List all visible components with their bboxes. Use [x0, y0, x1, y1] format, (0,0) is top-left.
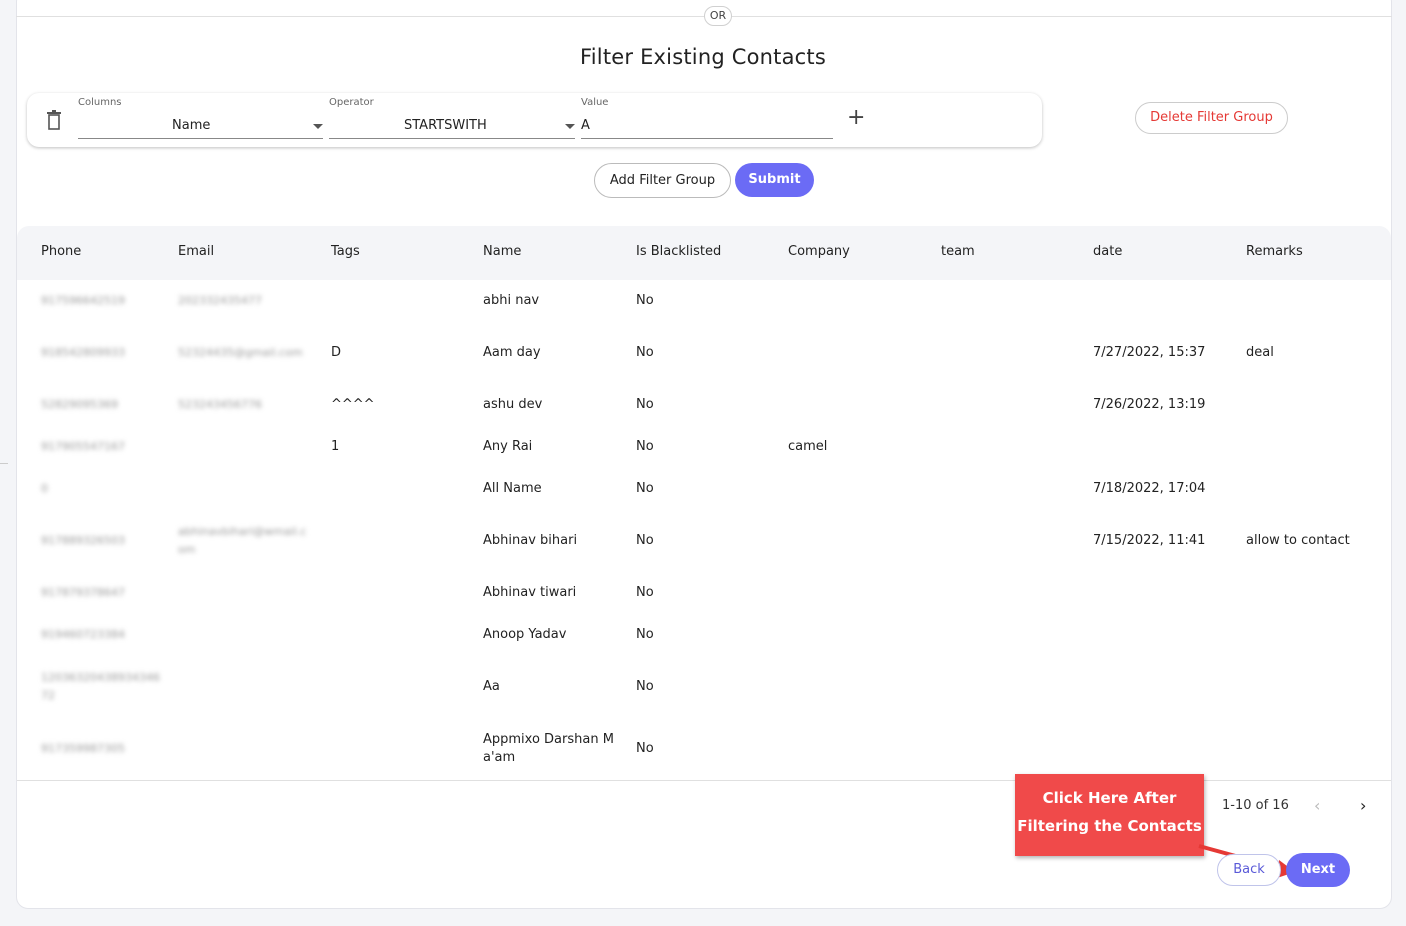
- or-badge: OR: [704, 6, 732, 26]
- cell-blacklisted: No: [636, 741, 654, 756]
- cell-phone: 917359987305: [41, 742, 125, 755]
- cell-blacklisted: No: [636, 439, 654, 454]
- cell-remarks: allow to contact: [1246, 533, 1350, 548]
- cell-name: Aa: [483, 679, 500, 694]
- value-text: A: [581, 118, 590, 133]
- page-title: Filter Existing Contacts: [580, 45, 826, 69]
- cell-phone: 918542809933: [41, 346, 125, 359]
- header-date[interactable]: date: [1093, 244, 1122, 259]
- cell-date: 7/15/2022, 11:41: [1093, 533, 1206, 548]
- cell-email: abhinavbihari@wmail.com: [178, 525, 307, 556]
- cell-name: Any Rai: [483, 439, 533, 454]
- cell-tags: ^^^^: [331, 397, 375, 412]
- cell-remarks: deal: [1246, 345, 1274, 360]
- cell-name: Abhinav bihari: [483, 533, 578, 548]
- cell-tags: D: [331, 345, 342, 360]
- cell-name: abhi nav: [483, 293, 540, 308]
- cell-name: Appmixo Darshan Ma'am: [483, 732, 614, 765]
- cell-name: All Name: [483, 481, 542, 496]
- table-row[interactable]: 917879378647 Abhinav tiwari No: [17, 572, 1391, 614]
- cell-blacklisted: No: [636, 481, 654, 496]
- page-edge-mark: [0, 463, 8, 464]
- cell-date: 7/26/2022, 13:19: [1093, 397, 1206, 412]
- cell-email: 202332435477: [178, 294, 262, 307]
- cell-email: 52324435@gmail.com: [178, 346, 303, 359]
- cell-name: Abhinav tiwari: [483, 585, 577, 600]
- header-team[interactable]: team: [941, 244, 975, 259]
- filter-group: Columns Name Operator STARTSWITH Value A…: [27, 93, 1042, 147]
- value-input[interactable]: Value A: [581, 97, 833, 139]
- cell-phone: 52829095369: [41, 398, 118, 411]
- header-name[interactable]: Name: [483, 244, 521, 259]
- table-header: Phone Email Tags Name Is Blacklisted Com…: [17, 226, 1391, 280]
- value-label: Value: [581, 97, 609, 108]
- table-row[interactable]: 1203632043893434672 Aa No: [17, 656, 1391, 718]
- add-filter-group-button[interactable]: Add Filter Group: [594, 163, 731, 198]
- columns-value: Name: [172, 118, 211, 133]
- cell-name: Aam day: [483, 345, 541, 360]
- cell-blacklisted: No: [636, 345, 654, 360]
- next-button[interactable]: Next: [1286, 853, 1350, 887]
- cell-phone: 0: [41, 482, 48, 495]
- table-row[interactable]: 0 All Name No 7/18/2022, 17:04: [17, 468, 1391, 510]
- cell-phone: 917905547167: [41, 440, 125, 453]
- cell-name: Anoop Yadav: [483, 627, 567, 642]
- chevron-right-icon[interactable]: ›: [1360, 796, 1366, 815]
- header-email[interactable]: Email: [178, 244, 214, 259]
- contacts-table: Phone Email Tags Name Is Blacklisted Com…: [17, 226, 1391, 780]
- table-row[interactable]: 917889326503 abhinavbihari@wmail.com Abhin…: [17, 510, 1391, 572]
- cell-phone: 919460723384: [41, 628, 125, 641]
- chevron-left-icon[interactable]: ‹: [1314, 796, 1320, 815]
- cell-date: 7/18/2022, 17:04: [1093, 481, 1206, 496]
- add-filter-icon[interactable]: +: [847, 106, 865, 130]
- chevron-down-icon: [313, 124, 323, 129]
- operator-label: Operator: [329, 97, 374, 108]
- cell-phone: 917596642519: [41, 294, 125, 307]
- cell-blacklisted: No: [636, 533, 654, 548]
- cell-tags: 1: [331, 439, 340, 454]
- table-row[interactable]: 917359987305 Appmixo Darshan Ma'am No: [17, 718, 1391, 780]
- header-tags[interactable]: Tags: [331, 244, 360, 259]
- cell-blacklisted: No: [636, 397, 654, 412]
- back-button[interactable]: Back: [1217, 854, 1281, 886]
- cell-date: 7/27/2022, 15:37: [1093, 345, 1206, 360]
- cell-name: ashu dev: [483, 397, 543, 412]
- cell-company: camel: [788, 439, 828, 454]
- callout-line-2: Filtering the Contacts: [1017, 817, 1202, 835]
- pagination-range: 1-10 of 16: [1222, 798, 1289, 813]
- header-remarks[interactable]: Remarks: [1246, 244, 1303, 259]
- instruction-callout: Click Here After Filtering the Contacts: [1015, 774, 1204, 856]
- table-row[interactable]: 917905547167 1 Any Rai No camel: [17, 426, 1391, 468]
- header-phone[interactable]: Phone: [41, 244, 81, 259]
- cell-blacklisted: No: [636, 293, 654, 308]
- cell-blacklisted: No: [636, 585, 654, 600]
- table-row[interactable]: 919460723384 Anoop Yadav No: [17, 614, 1391, 656]
- cell-phone: 1203632043893434672: [41, 671, 160, 702]
- delete-filter-group-button[interactable]: Delete Filter Group: [1135, 102, 1288, 134]
- table-row[interactable]: 52829095369 523243456776 ^^^^ ashu dev No 7/2…: [17, 384, 1391, 426]
- submit-button[interactable]: Submit: [735, 163, 814, 197]
- cell-phone: 917889326503: [41, 534, 125, 547]
- callout-line-1: Click Here After: [1042, 789, 1177, 807]
- table-body: 917596642519 202332435477 abhi nav No 918542…: [17, 280, 1391, 780]
- cell-blacklisted: No: [636, 627, 654, 642]
- columns-select[interactable]: Columns Name: [78, 97, 323, 139]
- trash-icon[interactable]: [46, 110, 62, 130]
- header-company[interactable]: Company: [788, 244, 850, 259]
- columns-label: Columns: [78, 97, 122, 108]
- cell-email: 523243456776: [178, 398, 262, 411]
- operator-value: STARTSWITH: [404, 118, 487, 133]
- cell-blacklisted: No: [636, 679, 654, 694]
- table-row[interactable]: 917596642519 202332435477 abhi nav No: [17, 280, 1391, 322]
- operator-select[interactable]: Operator STARTSWITH: [329, 97, 575, 139]
- header-blacklisted[interactable]: Is Blacklisted: [636, 244, 721, 259]
- chevron-down-icon: [565, 124, 575, 129]
- table-row[interactable]: 918542809933 52324435@gmail.com D Aam day No…: [17, 322, 1391, 384]
- cell-phone: 917879378647: [41, 586, 125, 599]
